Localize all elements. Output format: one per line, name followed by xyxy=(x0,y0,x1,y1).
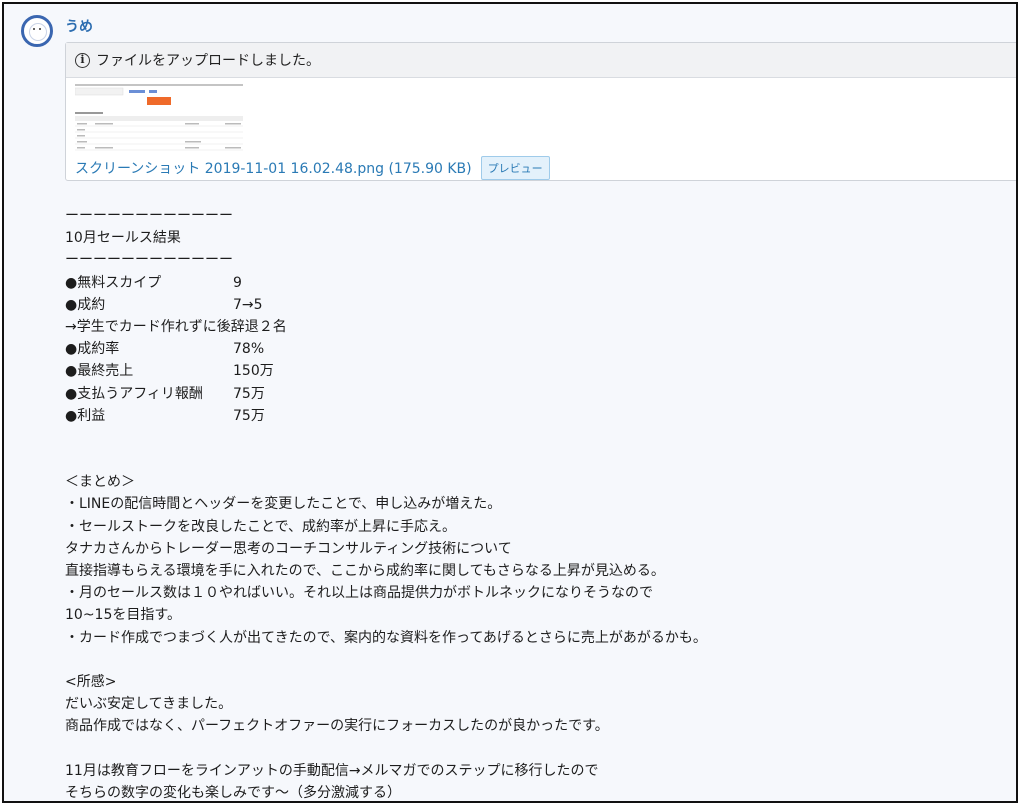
stat-row: ●成約率 78% xyxy=(65,338,1005,360)
stat-row: ●無料スカイプ 9 xyxy=(65,272,1005,294)
info-icon: i xyxy=(75,52,90,68)
stat-label: ●無料スカイプ xyxy=(65,274,162,291)
stat-value: 9 xyxy=(233,274,242,291)
closing-line: そちらの数字の変化も楽しみです〜（多分激減する） xyxy=(65,784,401,801)
username[interactable]: うめ xyxy=(65,16,93,36)
summary-line: 10~15を目指す。 xyxy=(65,607,181,624)
stat-label: ●最終売上 xyxy=(65,363,134,380)
summary-line: ・LINEの配信時間とヘッダーを変更したことで、申し込みが増えた。 xyxy=(65,496,502,513)
stat-label: ●成約率 xyxy=(65,341,120,358)
stat-row: ●最終売上 150万 xyxy=(65,360,1005,382)
stat-value: 150万 xyxy=(233,363,274,380)
summary-line: ・カード作成でつまづく人が出てきたので、案内的な資料を作ってあげるとさらに売上が… xyxy=(65,629,707,646)
stat-value: 75万 xyxy=(233,407,265,424)
summary-heading: ＜まとめ＞ xyxy=(65,474,135,491)
summary-line: ・月のセールス数は１０やればいい。それ以上は商品提供力がボトルネックになりそうな… xyxy=(65,585,653,602)
stat-row: ●成約 7→5 xyxy=(65,294,1005,316)
stat-value: 7→5 xyxy=(233,296,263,313)
summary-line: タナカさんからトレーダー思考のコーチコンサルティング技術について xyxy=(65,540,512,557)
summary-line: ・セールストークを改良したことで、成約率が上昇に手応え。 xyxy=(65,518,457,535)
summary-line: 直接指導もらえる環境を手に入れたので、ここから成約率に関してもさらなる上昇が見込… xyxy=(65,563,665,579)
avatar-eye-left xyxy=(33,28,35,30)
impressions-line: 商品作成ではなく、パーフェクトオファーの実行にフォーカスしたのが良かったです。 xyxy=(65,718,609,735)
stat-row: ●利益 75万 xyxy=(65,405,1005,427)
report-title: 10月セールス結果 xyxy=(65,230,181,247)
screenshot-thumbnail[interactable] xyxy=(74,83,243,153)
stat-value: 75万 xyxy=(233,385,265,402)
preview-button[interactable]: プレビュー xyxy=(480,156,550,180)
stat-note: →学生でカード作れずに後辞退２名 xyxy=(65,318,287,335)
message-body: ーーーーーーーーーーーー 10月セールス結果 ーーーーーーーーーーーー ●無料ス… xyxy=(65,205,1005,801)
stat-row: ●支払うアフィリ報酬 75万 xyxy=(65,383,1005,405)
attachment-card: i ファイルをアップロードしました。 スクリーンショット 2019-11-01 … xyxy=(65,42,1016,181)
divider-line: ーーーーーーーーーーーー xyxy=(65,252,233,269)
closing-line: 11月は教育フローをラインアットの手動配信→メルマガでのステップに移行したので xyxy=(65,762,599,779)
attachment-header: i ファイルをアップロードしました。 xyxy=(66,43,1016,78)
thumbnail-image xyxy=(74,83,243,153)
stat-label: ●成約 xyxy=(65,296,106,313)
avatar-eye-right xyxy=(39,28,41,30)
stat-value: 78% xyxy=(233,341,265,358)
chat-frame: うめ i ファイルをアップロードしました。 スクリーンショット 2019-11-… xyxy=(2,2,1018,803)
stat-label: ●利益 xyxy=(65,407,106,424)
file-link[interactable]: スクリーンショット 2019-11-01 16.02.48.png (175.9… xyxy=(75,158,472,178)
divider-line: ーーーーーーーーーーーー xyxy=(65,208,233,224)
stat-label: ●支払うアフィリ報酬 xyxy=(65,385,203,402)
impressions-line: だいぶ安定してきました。 xyxy=(65,696,233,713)
upload-notice: ファイルをアップロードしました。 xyxy=(96,53,320,69)
file-row: スクリーンショット 2019-11-01 16.02.48.png (175.9… xyxy=(75,156,550,180)
user-avatar[interactable] xyxy=(21,15,53,47)
impressions-heading: <所感> xyxy=(65,673,117,690)
avatar-face-icon xyxy=(29,23,47,41)
